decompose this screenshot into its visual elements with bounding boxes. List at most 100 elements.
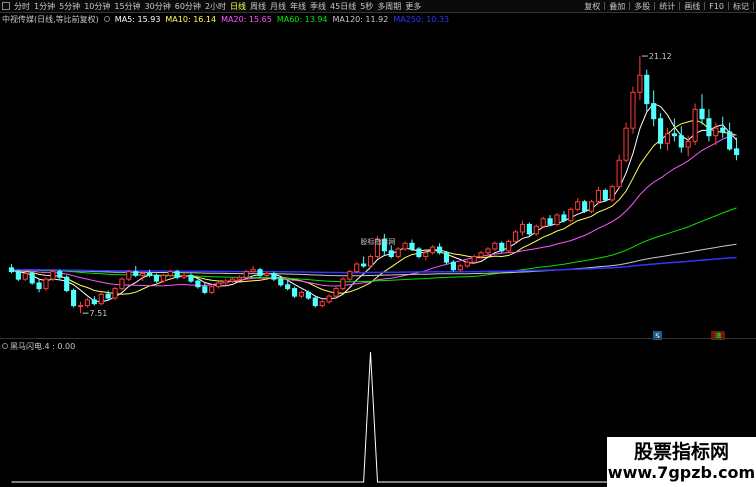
- candle-body: [195, 280, 201, 288]
- candle-body: [506, 240, 512, 252]
- sub-indicator-legend: 黑马闪电.4 : 0.00: [2, 341, 75, 351]
- sub-indicator-settings-icon[interactable]: [2, 343, 8, 349]
- site-watermark-logo: 股票指标网 www.7gpzb.com: [607, 437, 756, 487]
- candle-body: [229, 278, 236, 282]
- candle-body: [278, 278, 284, 286]
- candle-body: [706, 118, 712, 137]
- high-price-label: 21.12: [649, 52, 672, 61]
- signal-marker-s: S: [655, 333, 660, 341]
- candle-body: [222, 280, 229, 284]
- candle-body: [651, 103, 657, 120]
- center-watermark-text: 股标指标网: [361, 237, 396, 246]
- candle-body: [540, 218, 546, 227]
- candle-body: [471, 256, 477, 263]
- candle-body: [727, 131, 733, 150]
- candle-body: [126, 271, 132, 280]
- candle-body: [354, 263, 360, 273]
- candle-body: [561, 214, 567, 222]
- candle-body: [575, 201, 581, 210]
- candle-body: [8, 267, 15, 273]
- candle-body: [50, 271, 56, 280]
- candle-body: [526, 223, 532, 235]
- candle-body: [443, 252, 450, 263]
- candle-body: [416, 248, 422, 257]
- candle-body: [160, 274, 166, 282]
- candle-body: [623, 127, 629, 161]
- candle-body: [105, 293, 111, 299]
- candle-body: [333, 288, 339, 297]
- candle-body: [250, 269, 256, 273]
- candle-body: [582, 201, 588, 212]
- signal-marker-full: 满: [715, 332, 722, 341]
- candle-body: [298, 291, 305, 297]
- candle-body: [602, 189, 608, 201]
- candle-body: [71, 289, 77, 307]
- candle-body: [340, 278, 346, 290]
- candle-body: [347, 271, 353, 280]
- candle-body: [388, 250, 394, 257]
- candle-body: [402, 242, 408, 250]
- candle-body: [146, 272, 153, 276]
- candle-body: [98, 293, 104, 305]
- sub-indicator-value: 0.00: [57, 341, 76, 351]
- candle-body: [733, 148, 740, 156]
- candle-body: [616, 159, 622, 188]
- candle-body: [243, 271, 249, 278]
- candle-body: [658, 118, 664, 144]
- candle-body: [367, 256, 374, 267]
- candle-body: [285, 284, 291, 290]
- panel-divider: [0, 338, 756, 339]
- candle-body: [457, 265, 463, 271]
- candle-body: [692, 108, 698, 142]
- chart-labels: 21.12 7.51 股标指标网 S 满: [82, 52, 725, 341]
- candle-body: [216, 282, 222, 288]
- candle-body: [499, 242, 505, 252]
- candle-body: [91, 299, 97, 305]
- candle-body: [430, 246, 436, 254]
- candle-body: [671, 133, 677, 137]
- candle-body: [43, 278, 49, 290]
- watermark-line-1: 股票指标网: [633, 441, 729, 463]
- candle-body: [319, 301, 325, 307]
- candle-body: [167, 271, 173, 276]
- candle-body: [264, 272, 270, 276]
- candle-body: [174, 271, 180, 278]
- candle-body: [181, 274, 187, 278]
- candle-body: [77, 305, 84, 308]
- candle-body: [271, 272, 277, 280]
- low-price-label: 7.51: [90, 309, 108, 318]
- candle-body: [699, 108, 705, 120]
- candle-body: [305, 291, 311, 299]
- candle-body: [326, 295, 332, 303]
- candle-body: [361, 263, 367, 267]
- candle-body: [713, 127, 719, 137]
- candle-body: [630, 91, 636, 129]
- kline-chart[interactable]: 21.12 7.51 股标指标网 S 满: [0, 0, 756, 487]
- candle-body: [64, 276, 70, 291]
- candle-body: [547, 218, 553, 225]
- candle-body: [188, 274, 194, 282]
- candle-body: [554, 214, 560, 225]
- ma250-line: [11, 256, 737, 274]
- candle-body: [236, 276, 242, 280]
- candle-body: [140, 272, 146, 276]
- candle-body: [720, 127, 726, 133]
- candle-body: [209, 286, 215, 293]
- candle-body: [312, 297, 318, 307]
- candle-body: [133, 271, 139, 276]
- watermark-line-2: www.7gpzb.com: [607, 463, 756, 482]
- candle-body: [512, 231, 519, 242]
- candle-body: [29, 272, 35, 284]
- candle-body: [533, 225, 539, 235]
- candle-body: [664, 133, 671, 144]
- candle-body: [36, 282, 42, 290]
- candle-body: [595, 189, 602, 203]
- candle-body: [22, 272, 28, 280]
- candle-body: [119, 278, 125, 290]
- sub-indicator-colon: :: [49, 341, 58, 351]
- candle-body: [395, 248, 401, 257]
- candle-body: [464, 261, 470, 267]
- candle-body: [519, 223, 526, 233]
- candle-body: [568, 208, 574, 222]
- candle-body: [57, 271, 63, 278]
